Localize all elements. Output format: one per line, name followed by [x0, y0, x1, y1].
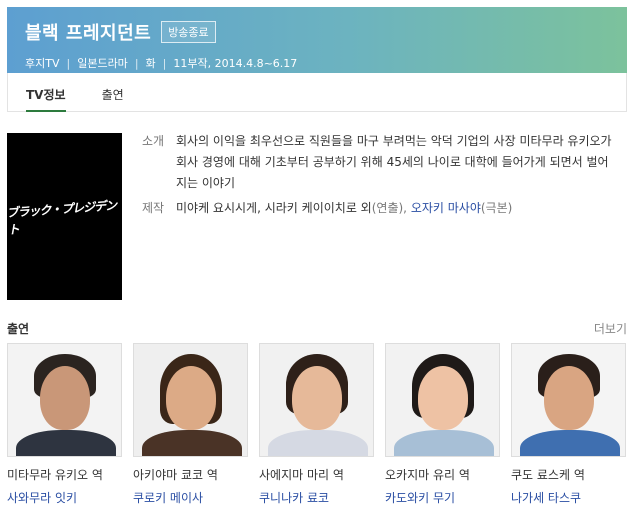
cast-actor-link[interactable]: 사와무라 잇키 [7, 489, 122, 506]
poster-image[interactable]: ブラック・プレジデント [6, 133, 122, 300]
schedule-label: 11부작, 2014.4.8~6.17 [173, 57, 298, 70]
cast-role: 아키야마 쿄코 역 [133, 468, 218, 482]
cast-role: 오카지마 유리 역 [385, 468, 470, 482]
program-info: 소개 회사의 이익을 최우선으로 직원들을 마구 부려먹는 악덕 기업의 사장 … [142, 131, 622, 219]
broadcast-status-badge: 방송종료 [161, 21, 216, 43]
cast-section-title: 출연 [7, 322, 30, 336]
writer-role: (극본) [480, 201, 513, 215]
staff-text: 미야케 요시시게, 시라키 케이이치로 외(연출), 오자키 마사야(극본) [176, 198, 616, 219]
cast-section-header: 출연 더보기 [7, 320, 627, 337]
meta-separator: | [134, 56, 139, 70]
synopsis-row: 소개 회사의 이익을 최우선으로 직원들을 마구 부려먹는 악덕 기업의 사장 … [142, 131, 622, 194]
cast-card[interactable]: 쿠도 료스케 역 나가세 타스쿠 [511, 343, 626, 506]
actor-photo[interactable] [133, 343, 248, 457]
broadcaster-link[interactable]: 후지TV [25, 55, 59, 71]
tab-bar: TV정보 출연 [7, 73, 627, 112]
cast-card[interactable]: 사에지마 마리 역 쿠니나카 료코 [259, 343, 374, 506]
cast-role: 사에지마 마리 역 [259, 468, 344, 482]
cast-card[interactable]: 아키야마 쿄코 역 쿠로키 메이사 [133, 343, 248, 506]
tab-tv-info[interactable]: TV정보 [26, 73, 66, 112]
program-header: 블랙 프레지던트 방송종료 후지TV | 일본드라마 | 화 | 11부작, 2… [7, 7, 627, 73]
synopsis-text: 회사의 이익을 최우선으로 직원들을 마구 부려먹는 악덕 기업의 사장 미타무… [176, 134, 612, 190]
cast-actor-link[interactable]: 카도와키 무기 [385, 489, 500, 506]
more-cast-link[interactable]: 더보기 [594, 320, 627, 337]
actor-photo[interactable] [385, 343, 500, 457]
cast-role: 미타무라 유키오 역 [7, 468, 103, 482]
program-title[interactable]: 블랙 프레지던트 [25, 19, 151, 45]
directors-role: (연출), [371, 201, 407, 215]
writer-link[interactable]: 오자키 마사야 [411, 201, 481, 215]
poster-logo-text: ブラック・プレジデント [6, 197, 117, 237]
synopsis-label: 소개 [142, 134, 165, 148]
program-meta: 후지TV | 일본드라마 | 화 | 11부작, 2014.4.8~6.17 [25, 55, 627, 71]
air-day-label: 화 [145, 57, 156, 70]
cast-actor-link[interactable]: 나가세 타스쿠 [511, 489, 626, 506]
cast-actor-link[interactable]: 쿠로키 메이사 [133, 489, 248, 506]
actor-photo[interactable] [259, 343, 374, 457]
actor-photo[interactable] [511, 343, 626, 457]
tab-cast[interactable]: 출연 [102, 73, 124, 111]
staff-row: 제작 미야케 요시시게, 시라키 케이이치로 외(연출), 오자키 마사야(극본… [142, 198, 622, 219]
genre-label: 일본드라마 [77, 57, 128, 70]
meta-separator: | [162, 56, 167, 70]
staff-label: 제작 [142, 201, 165, 215]
meta-separator: | [66, 56, 71, 70]
cast-actor-link[interactable]: 쿠니나카 료코 [259, 489, 374, 506]
actor-photo[interactable] [7, 343, 122, 457]
directors-text: 미야케 요시시게, 시라키 케이이치로 외 [176, 201, 372, 215]
cast-card[interactable]: 미타무라 유키오 역 사와무라 잇키 [7, 343, 122, 506]
cast-role: 쿠도 료스케 역 [511, 468, 585, 482]
cast-card[interactable]: 오카지마 유리 역 카도와키 무기 [385, 343, 500, 506]
